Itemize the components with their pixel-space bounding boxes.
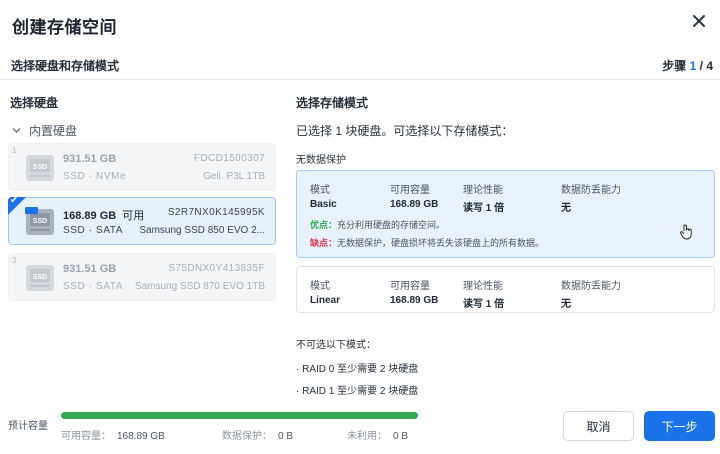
unavailable-mode-item: · RAID 0 至少需要 2 块硬盘: [296, 364, 419, 375]
stat-available-value: 168.89 GB: [117, 431, 165, 442]
subheader-title: 选择硬盘和存储模式: [11, 59, 120, 73]
mode-cons: 缺点：无数据保护，硬盘损坏将丢失该硬盘上的所有数据。: [310, 236, 544, 249]
select-disk-title: 选择硬盘: [10, 96, 59, 110]
cons-label: 缺点：: [310, 238, 338, 248]
estimated-capacity-label: 预计容量: [8, 421, 48, 432]
disk-index: 3: [12, 256, 17, 265]
disk-index: 1: [12, 146, 17, 155]
disk-model: Geli. P3L 1TB: [203, 171, 265, 182]
disk-item-1[interactable]: 1 SSD 931.51 GB FDCD1500307 SSD · NVMe G…: [8, 143, 276, 191]
no-protection-label: 无数据保护: [296, 155, 346, 166]
svg-text:SSD: SSD: [33, 274, 47, 281]
pros-text: 充分利用硬盘的存储空间。: [337, 220, 446, 230]
col-protection-header: 数据防丢能力: [561, 281, 621, 292]
check-icon: ✔: [10, 195, 19, 206]
disk-serial: FDCD1500307: [193, 153, 265, 164]
stat-unused: 未利用： 0 B: [347, 427, 408, 442]
select-mode-title: 选择存储模式: [296, 96, 369, 110]
unavailable-modes-title: 不可选以下模式：: [296, 340, 376, 351]
mode-option-linear[interactable]: 模式 可用容量 理论性能 数据防丢能力 Linear 168.89 GB 读写 …: [296, 266, 715, 313]
hand-cursor-icon: [680, 224, 692, 240]
stat-protection: 数据保护： 0 B: [222, 427, 293, 442]
stat-unused-label: 未利用：: [347, 431, 387, 442]
disk-model: Samsung SSD 850 EVO 2...: [139, 225, 265, 236]
unavailable-mode-item: · RAID 1 至少需要 2 块硬盘: [296, 386, 419, 397]
stat-protection-value: 0 B: [278, 431, 294, 442]
capacity-usage-fill: [61, 412, 418, 419]
disk-interface: SSD · SATA: [63, 281, 124, 292]
col-protection-header: 数据防丢能力: [561, 185, 621, 196]
selected-disks-note: 已选择 1 块硬盘。可选择以下存储模式：: [296, 124, 514, 138]
disk-group-label: 内置硬盘: [29, 124, 78, 138]
step-indicator: 步骤 1 / 4: [662, 57, 713, 74]
svg-text:SSD: SSD: [33, 164, 47, 171]
mode-option-basic[interactable]: 模式 可用容量 理论性能 数据防丢能力 Basic 168.89 GB 读写 1…: [296, 170, 715, 258]
step-prefix: 步骤: [662, 59, 690, 73]
cons-text: 无数据保护，硬盘损坏将丢失该硬盘上的所有数据。: [337, 238, 545, 248]
col-performance-header: 理论性能: [463, 281, 503, 292]
stat-unused-value: 0 B: [393, 431, 409, 442]
step-total: / 4: [696, 59, 713, 73]
col-capacity-header: 可用容量: [390, 281, 430, 292]
col-mode-header: 模式: [310, 185, 330, 196]
close-icon[interactable]: [690, 12, 708, 30]
disk-available-label: 可用: [122, 210, 145, 222]
col-capacity-header: 可用容量: [390, 185, 430, 196]
mode-name: Basic: [310, 199, 337, 210]
mode-performance: 读写 1 倍: [463, 299, 505, 310]
ssd-icon: SSD: [25, 207, 54, 235]
disk-interface: SSD · NVMe: [63, 171, 127, 182]
disk-capacity: 168.89 GB 可用: [63, 207, 144, 223]
mode-performance: 读写 1 倍: [463, 203, 505, 214]
stat-protection-label: 数据保护：: [222, 431, 272, 442]
col-mode-header: 模式: [310, 281, 330, 292]
wizard-subheader: 选择硬盘和存储模式 步骤 1 / 4: [0, 46, 720, 80]
mode-pros: 优点：充分利用硬盘的存储空间。: [310, 218, 445, 231]
disk-interface: SSD · SATA: [63, 225, 124, 236]
mode-name: Linear: [310, 295, 341, 306]
disk-item-2[interactable]: ✔ SSD 168.89 GB 可用 S2R7NX0K145995K SSD · …: [8, 195, 276, 245]
cancel-button[interactable]: 取消: [563, 411, 634, 441]
disk-capacity: 931.51 GB: [63, 263, 117, 275]
ssd-icon: SSD: [26, 265, 54, 291]
chevron-down-icon: [12, 128, 21, 133]
disk-model: Samsung SSD 870 EVO 1TB: [134, 281, 265, 292]
ssd-icon: SSD: [26, 155, 54, 181]
stat-available: 可用容量： 168.89 GB: [61, 427, 165, 442]
svg-text:SSD: SSD: [33, 218, 47, 225]
next-button[interactable]: 下一步: [644, 411, 715, 441]
disk-serial: S2R7NX0K145995K: [167, 207, 265, 218]
disk-capacity-value: 168.89 GB: [63, 210, 117, 222]
capacity-usage-bar: [61, 412, 418, 419]
col-performance-header: 理论性能: [463, 185, 503, 196]
disk-serial: S75DNX0Y413835F: [168, 263, 265, 274]
stat-available-label: 可用容量：: [61, 431, 111, 442]
disk-group-toggle[interactable]: 内置硬盘: [12, 122, 77, 139]
disk-capacity: 931.51 GB: [63, 153, 117, 165]
dialog-title: 创建存储空间: [12, 18, 117, 37]
pros-label: 优点：: [310, 220, 338, 230]
mode-capacity: 168.89 GB: [390, 199, 439, 210]
disk-item-3[interactable]: 3 SSD 931.51 GB S75DNX0Y413835F SSD · SA…: [8, 253, 276, 301]
mode-protection: 无: [561, 203, 571, 214]
mode-capacity: 168.89 GB: [390, 295, 439, 306]
mode-protection: 无: [561, 299, 571, 310]
